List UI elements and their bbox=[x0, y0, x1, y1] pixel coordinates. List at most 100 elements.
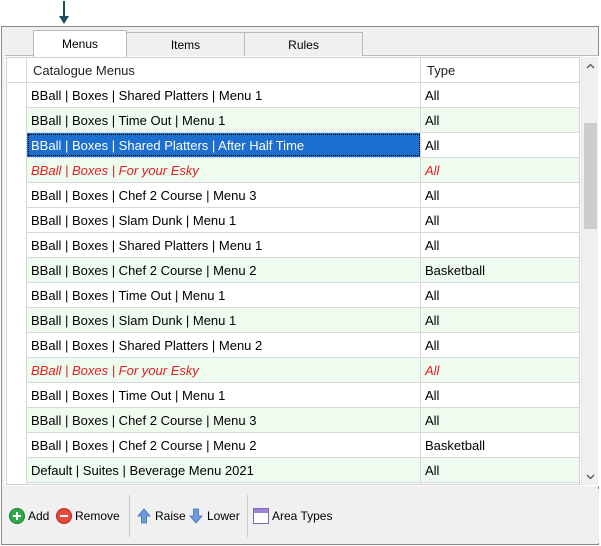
row-selector[interactable] bbox=[7, 283, 27, 308]
table-row-partial[interactable] bbox=[7, 483, 579, 484]
menu-cell[interactable]: BBall | Boxes | Chef 2 Course | Menu 2 bbox=[27, 433, 421, 457]
menu-cell[interactable]: BBall | Boxes | Shared Platters | After … bbox=[27, 133, 421, 157]
plus-circle-icon bbox=[9, 508, 25, 524]
type-cell[interactable]: All bbox=[421, 183, 579, 207]
type-cell[interactable]: All bbox=[421, 83, 579, 107]
menu-cell[interactable] bbox=[27, 483, 421, 484]
table-row[interactable]: BBall | Boxes | Slam Dunk | Menu 1 All bbox=[7, 208, 579, 233]
row-selector[interactable] bbox=[7, 108, 27, 133]
row-selector[interactable] bbox=[7, 358, 27, 383]
column-header-catalogue-menus-label: Catalogue Menus bbox=[33, 63, 135, 78]
table-row[interactable]: BBall | Boxes | Slam Dunk | Menu 1 All bbox=[7, 308, 579, 333]
scroll-up-icon[interactable] bbox=[582, 57, 599, 74]
lower-button[interactable]: Lower bbox=[188, 505, 240, 527]
row-selector[interactable] bbox=[7, 208, 27, 233]
table-row-inactive[interactable]: BBall | Boxes | For your Esky All bbox=[7, 158, 579, 183]
menu-cell[interactable]: BBall | Boxes | Chef 2 Course | Menu 3 bbox=[27, 183, 421, 207]
type-cell[interactable]: All bbox=[421, 283, 579, 307]
row-selector[interactable] bbox=[7, 158, 27, 183]
add-button-label: Add bbox=[28, 509, 50, 523]
table-row[interactable]: BBall | Boxes | Shared Platters | Menu 2… bbox=[7, 333, 579, 358]
type-cell[interactable]: All bbox=[421, 458, 579, 482]
menu-cell[interactable]: Default | Suites | Beverage Menu 2021 bbox=[27, 458, 421, 482]
tab-items-label: Items bbox=[170, 37, 201, 52]
row-selector[interactable] bbox=[7, 183, 27, 208]
menu-cell[interactable]: BBall | Boxes | Slam Dunk | Menu 1 bbox=[27, 208, 421, 232]
table-row[interactable]: BBall | Boxes | Shared Platters | Menu 1… bbox=[7, 233, 579, 258]
area-types-button[interactable]: Area Types bbox=[253, 505, 332, 527]
arrow-down-icon bbox=[189, 508, 203, 524]
type-cell[interactable]: All bbox=[421, 208, 579, 232]
toolbar-separator bbox=[129, 495, 130, 537]
table-row[interactable]: BBall | Boxes | Time Out | Menu 1 All bbox=[7, 108, 579, 133]
type-cell[interactable]: All bbox=[421, 408, 579, 432]
window-icon bbox=[253, 508, 269, 524]
row-selector[interactable] bbox=[7, 333, 27, 358]
table-row[interactable]: BBall | Boxes | Shared Platters | Menu 1… bbox=[7, 83, 579, 108]
table-row[interactable]: BBall | Boxes | Time Out | Menu 1 All bbox=[7, 283, 579, 308]
row-selector[interactable] bbox=[7, 483, 27, 484]
table-row-inactive[interactable]: BBall | Boxes | For your Esky All bbox=[7, 358, 579, 383]
type-cell[interactable]: All bbox=[421, 108, 579, 132]
menu-cell[interactable]: BBall | Boxes | Time Out | Menu 1 bbox=[27, 383, 421, 407]
menu-cell[interactable]: BBall | Boxes | Chef 2 Course | Menu 2 bbox=[27, 258, 421, 282]
grid-header: Catalogue Menus Type bbox=[7, 58, 579, 83]
catalogue-menus-grid[interactable]: Catalogue Menus Type BBall | Boxes | Sha… bbox=[6, 57, 580, 485]
menu-cell[interactable]: BBall | Boxes | Slam Dunk | Menu 1 bbox=[27, 308, 421, 332]
bottom-toolbar: Add Remove Raise Lower Area Types bbox=[5, 489, 599, 543]
menus-panel: Catalogue Menus Type BBall | Boxes | Sha… bbox=[5, 56, 599, 486]
row-selector[interactable] bbox=[7, 133, 27, 158]
menu-cell[interactable]: BBall | Boxes | Time Out | Menu 1 bbox=[27, 108, 421, 132]
table-row[interactable]: BBall | Boxes | Chef 2 Course | Menu 2 B… bbox=[7, 433, 579, 458]
pointer-arrow-down-icon bbox=[59, 1, 69, 24]
type-cell[interactable]: All bbox=[421, 133, 579, 157]
row-selector[interactable] bbox=[7, 408, 27, 433]
type-cell[interactable]: Basketball bbox=[421, 433, 579, 457]
tab-menus[interactable]: Menus bbox=[33, 30, 127, 57]
menu-cell[interactable]: BBall | Boxes | Chef 2 Course | Menu 3 bbox=[27, 408, 421, 432]
raise-button-label: Raise bbox=[155, 509, 186, 523]
menu-cell[interactable]: BBall | Boxes | Time Out | Menu 1 bbox=[27, 283, 421, 307]
arrow-up-icon bbox=[137, 508, 151, 524]
remove-button-label: Remove bbox=[75, 509, 120, 523]
row-selector[interactable] bbox=[7, 83, 27, 108]
remove-button[interactable]: Remove bbox=[56, 505, 120, 527]
type-cell[interactable]: All bbox=[421, 358, 579, 382]
add-button[interactable]: Add bbox=[9, 505, 49, 527]
row-selector[interactable] bbox=[7, 308, 27, 333]
tab-items[interactable]: Items bbox=[126, 32, 245, 56]
column-header-catalogue-menus[interactable]: Catalogue Menus bbox=[27, 58, 421, 83]
table-row[interactable]: BBall | Boxes | Chef 2 Course | Menu 3 A… bbox=[7, 408, 579, 433]
table-row[interactable]: BBall | Boxes | Chef 2 Course | Menu 2 B… bbox=[7, 258, 579, 283]
row-selector[interactable] bbox=[7, 458, 27, 483]
row-selector-header bbox=[7, 58, 27, 83]
table-row[interactable]: BBall | Boxes | Time Out | Menu 1 All bbox=[7, 383, 579, 408]
column-header-type[interactable]: Type bbox=[421, 58, 579, 83]
table-row-selected[interactable]: BBall | Boxes | Shared Platters | After … bbox=[7, 133, 579, 158]
menu-cell[interactable]: BBall | Boxes | For your Esky bbox=[27, 158, 421, 182]
type-cell[interactable] bbox=[421, 483, 579, 484]
menu-cell[interactable]: BBall | Boxes | For your Esky bbox=[27, 358, 421, 382]
row-selector[interactable] bbox=[7, 258, 27, 283]
column-header-type-label: Type bbox=[427, 63, 456, 78]
tab-rules-label: Rules bbox=[288, 37, 319, 52]
menu-cell[interactable]: BBall | Boxes | Shared Platters | Menu 2 bbox=[27, 333, 421, 357]
type-cell[interactable]: Basketball bbox=[421, 258, 579, 282]
menu-cell[interactable]: BBall | Boxes | Shared Platters | Menu 1 bbox=[27, 83, 421, 107]
scrollbar-thumb[interactable] bbox=[584, 123, 597, 229]
row-selector[interactable] bbox=[7, 233, 27, 258]
type-cell[interactable]: All bbox=[421, 233, 579, 257]
type-cell[interactable]: All bbox=[421, 383, 579, 407]
menu-cell[interactable]: BBall | Boxes | Shared Platters | Menu 1 bbox=[27, 233, 421, 257]
raise-button[interactable]: Raise bbox=[136, 505, 186, 527]
table-row[interactable]: Default | Suites | Beverage Menu 2021 Al… bbox=[7, 458, 579, 483]
tab-rules[interactable]: Rules bbox=[244, 32, 363, 56]
row-selector[interactable] bbox=[7, 383, 27, 408]
type-cell[interactable]: All bbox=[421, 333, 579, 357]
scroll-down-icon[interactable] bbox=[582, 468, 599, 485]
type-cell[interactable]: All bbox=[421, 158, 579, 182]
vertical-scrollbar[interactable] bbox=[581, 57, 598, 485]
row-selector[interactable] bbox=[7, 433, 27, 458]
type-cell[interactable]: All bbox=[421, 308, 579, 332]
table-row[interactable]: BBall | Boxes | Chef 2 Course | Menu 3 A… bbox=[7, 183, 579, 208]
